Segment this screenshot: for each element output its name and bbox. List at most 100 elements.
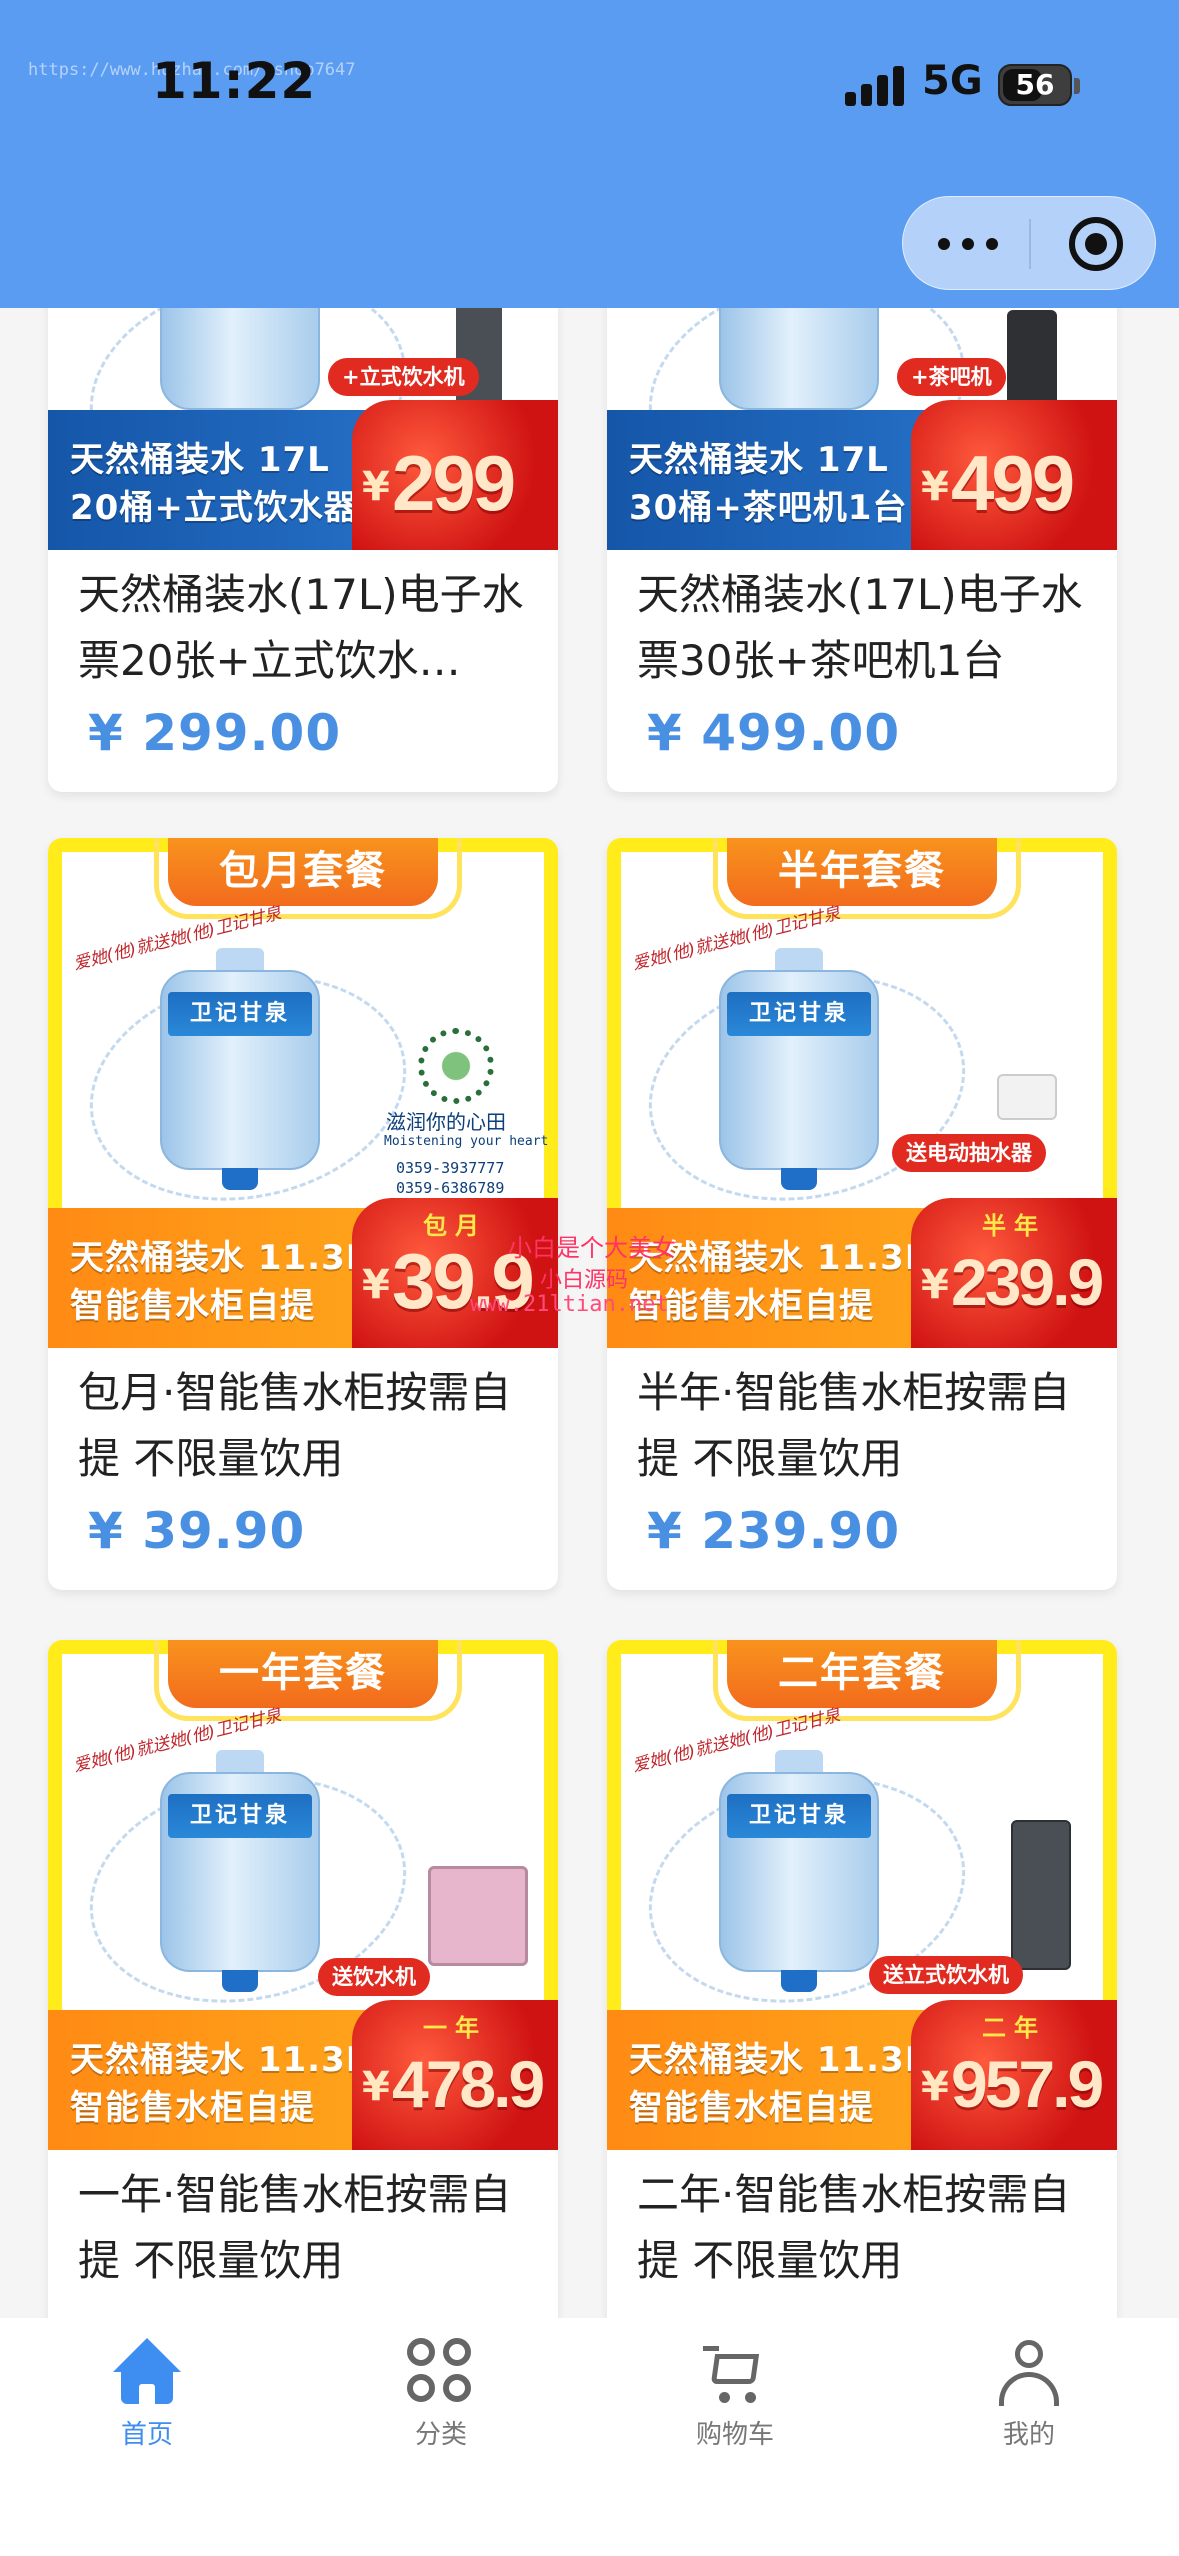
poster-band-line1: 天然桶装水 11.3L bbox=[70, 2040, 369, 2080]
battery-level: 56 bbox=[1015, 68, 1055, 101]
product-title[interactable]: 天然桶装水(17L)电子水票30张+茶吧机1台 bbox=[637, 562, 1097, 694]
home-icon bbox=[113, 2338, 181, 2406]
tab-category[interactable]: 分类 bbox=[294, 2318, 588, 2468]
poster-phone-numbers: 0359-3937777 0359-6386789 bbox=[396, 1158, 504, 1198]
yen-sign: ¥ bbox=[362, 464, 390, 510]
water-bottle-image: 卫记甘泉 bbox=[160, 1750, 320, 1992]
water-bottle-image: 卫记甘泉 bbox=[719, 948, 879, 1190]
poster-care-text: 滋润你的心田 bbox=[386, 1110, 506, 1134]
bottle-brand-label: 卫记甘泉 bbox=[168, 992, 312, 1036]
bottom-tab-bar: 首页 分类 购物车 我的 bbox=[0, 2318, 1179, 2556]
user-profile-icon bbox=[995, 2338, 1063, 2406]
category-grid-icon bbox=[407, 2338, 475, 2406]
poster-price-number: 499 bbox=[951, 439, 1075, 527]
poster-price-badge: 一年 ¥ 478.9 bbox=[352, 2000, 558, 2150]
product-poster[interactable]: 二年套餐 爱她(他)就送她(他)卫记甘泉 卫记甘泉 送立式饮水机 天然桶装水 1… bbox=[607, 1640, 1117, 2150]
product-card[interactable]: 二年套餐 爱她(他)就送她(他)卫记甘泉 卫记甘泉 送立式饮水机 天然桶装水 1… bbox=[607, 1640, 1117, 2400]
tab-home-label: 首页 bbox=[120, 2420, 173, 2450]
tab-me-label: 我的 bbox=[1002, 2420, 1055, 2450]
package-ribbon: 二年套餐 bbox=[713, 1640, 1021, 1721]
product-price: ¥ 299.00 bbox=[88, 704, 342, 762]
product-poster[interactable]: 半年套餐 爱她(他)就送她(他)卫记甘泉 卫记甘泉 送电动抽水器 天然桶装水 1… bbox=[607, 838, 1117, 1348]
yen-sign: ¥ bbox=[362, 1262, 390, 1308]
phone-number: 0359-6386789 bbox=[396, 1179, 505, 1197]
poster-band-line2: 30桶+茶吧机1台 bbox=[629, 488, 908, 528]
product-title[interactable]: 天然桶装水(17L)电子水票20张+立式饮水… bbox=[78, 562, 538, 694]
poster-band-line1: 天然桶装水 17L bbox=[629, 440, 889, 480]
poster-band-line1: 天然桶装水 17L bbox=[70, 440, 330, 480]
capsule-divider bbox=[1029, 219, 1031, 269]
poster-band-line1: 天然桶装水 11.3L bbox=[629, 2040, 928, 2080]
bottle-brand-label: 卫记甘泉 bbox=[727, 992, 871, 1036]
poster-duration-tag: 二年 bbox=[982, 2014, 1046, 2042]
poster-price-badge: 包月 ¥ 39.9 bbox=[352, 1198, 558, 1348]
miniprogram-capsule bbox=[902, 196, 1156, 290]
watermark-url: www.21ltian.net bbox=[470, 1292, 669, 1317]
poster-duration-tag: 半年 bbox=[982, 1212, 1046, 1240]
package-ribbon: 半年套餐 bbox=[713, 838, 1021, 919]
product-grid: +立式饮水机 天然桶装水 17L 20桶+立式饮水器1台 ¥ 299 天然桶装水… bbox=[0, 0, 1179, 2556]
tab-cart[interactable]: 购物车 bbox=[588, 2318, 882, 2468]
product-price: ¥ 239.90 bbox=[647, 1502, 901, 1560]
tab-cart-label: 购物车 bbox=[695, 2420, 774, 2450]
product-title[interactable]: 包月·智能售水柜按需自提 不限量饮用 bbox=[78, 1360, 538, 1492]
battery-icon: 56 bbox=[998, 64, 1080, 106]
product-title[interactable]: 一年·智能售水柜按需自提 不限量饮用 bbox=[78, 2162, 538, 2294]
qr-code-image bbox=[418, 1028, 494, 1104]
yen-sign: ¥ bbox=[921, 464, 949, 510]
watermark-text: 小白是个大美女 bbox=[508, 1234, 676, 1262]
yen-sign: ¥ bbox=[921, 2064, 949, 2110]
poster-price-badge: 半年 ¥ 239.9 bbox=[911, 1198, 1117, 1348]
shopping-cart-icon bbox=[701, 2338, 769, 2406]
poster-band-line2: 智能售水柜自提 bbox=[70, 1286, 315, 1326]
standing-dispenser-image bbox=[1011, 1820, 1071, 1970]
poster-duration-tag: 一年 bbox=[423, 2014, 487, 2042]
water-bottle-image: 卫记甘泉 bbox=[719, 1750, 879, 1992]
product-card[interactable]: 包月套餐 爱她(他)就送她(他)卫记甘泉 卫记甘泉 滋润你的心田 Moisten… bbox=[48, 838, 558, 1590]
water-bottle-image: 卫记甘泉 bbox=[160, 948, 320, 1190]
poster-band-line2: 智能售水柜自提 bbox=[70, 2088, 315, 2128]
poster-band-line1: 天然桶装水 11.3L bbox=[70, 1238, 369, 1278]
poster-price-number: 239.9 bbox=[951, 1245, 1104, 1319]
product-poster[interactable]: 一年套餐 爱她(他)就送她(他)卫记甘泉 卫记甘泉 送饮水机 天然桶装水 11.… bbox=[48, 1640, 558, 2150]
network-type: 5G bbox=[922, 58, 983, 104]
yen-sign: ¥ bbox=[921, 1262, 949, 1308]
gift-pill: 送电动抽水器 bbox=[892, 1134, 1046, 1172]
close-miniprogram-icon[interactable] bbox=[1069, 217, 1123, 271]
tab-me[interactable]: 我的 bbox=[882, 2318, 1176, 2468]
package-ribbon: 包月套餐 bbox=[154, 838, 462, 919]
top-header: https://www.huzhan.com/ishop7647 11:22 5… bbox=[0, 0, 1179, 308]
tab-category-label: 分类 bbox=[414, 2420, 467, 2450]
desktop-dispenser-image bbox=[428, 1866, 528, 1966]
gift-pill: 送立式饮水机 bbox=[869, 1956, 1023, 1994]
poster-price-number: 478.9 bbox=[392, 2047, 545, 2121]
product-card[interactable]: 半年套餐 爱她(他)就送她(他)卫记甘泉 卫记甘泉 送电动抽水器 天然桶装水 1… bbox=[607, 838, 1117, 1590]
product-title[interactable]: 半年·智能售水柜按需自提 不限量饮用 bbox=[637, 1360, 1097, 1492]
gift-pill: +立式饮水机 bbox=[328, 358, 479, 396]
yen-sign: ¥ bbox=[362, 2064, 390, 2110]
gift-pill: 送饮水机 bbox=[318, 1958, 430, 1996]
cellular-signal-icon bbox=[845, 64, 905, 106]
product-price: ¥ 39.90 bbox=[88, 1502, 306, 1560]
phone-number: 0359-3937777 bbox=[396, 1159, 505, 1177]
poster-price-badge: 二年 ¥ 957.9 bbox=[911, 2000, 1117, 2150]
poster-price-number: 957.9 bbox=[951, 2047, 1104, 2121]
bottle-brand-label: 卫记甘泉 bbox=[727, 1794, 871, 1838]
poster-price-badge: ¥ 299 bbox=[352, 400, 558, 550]
bottle-brand-label: 卫记甘泉 bbox=[168, 1794, 312, 1838]
poster-band-line2: 智能售水柜自提 bbox=[629, 2088, 874, 2128]
product-card[interactable]: 一年套餐 爱她(他)就送她(他)卫记甘泉 卫记甘泉 送饮水机 天然桶装水 11.… bbox=[48, 1640, 558, 2400]
electric-pump-image bbox=[997, 1074, 1057, 1120]
product-title[interactable]: 二年·智能售水柜按需自提 不限量饮用 bbox=[637, 2162, 1097, 2294]
package-ribbon: 一年套餐 bbox=[154, 1640, 462, 1721]
poster-price-badge: ¥ 499 bbox=[911, 400, 1117, 550]
poster-price-number: 299 bbox=[392, 439, 516, 527]
gift-pill: +茶吧机 bbox=[897, 358, 1006, 396]
watermark-text: 小白源码 bbox=[540, 1268, 629, 1293]
poster-care-text-en: Moistening your heart bbox=[384, 1134, 549, 1149]
product-poster[interactable]: 包月套餐 爱她(他)就送她(他)卫记甘泉 卫记甘泉 滋润你的心田 Moisten… bbox=[48, 838, 558, 1348]
tab-home[interactable]: 首页 bbox=[0, 2318, 294, 2468]
more-options-icon[interactable] bbox=[936, 217, 1000, 271]
status-time: 11:22 bbox=[152, 52, 317, 110]
product-price: ¥ 499.00 bbox=[647, 704, 901, 762]
